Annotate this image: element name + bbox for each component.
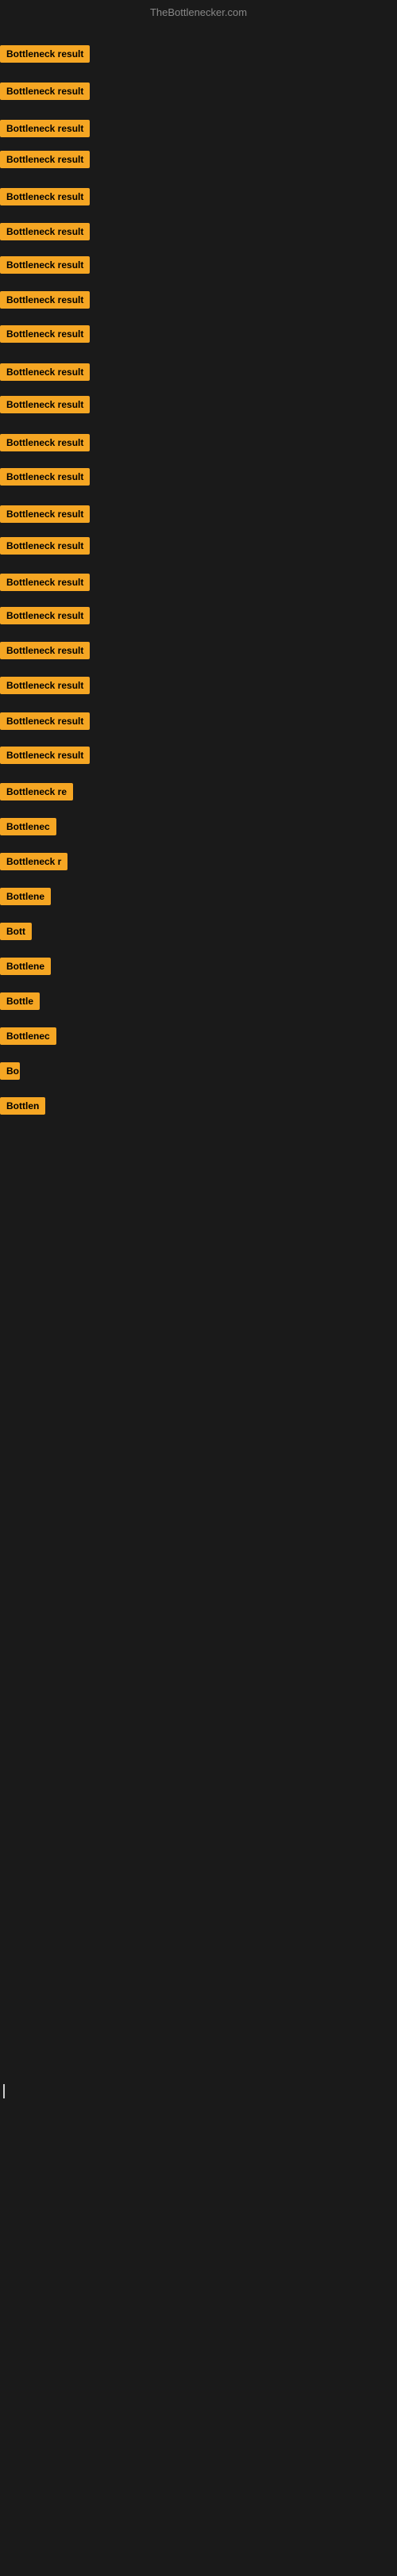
bottleneck-badge: Bottleneck result [0,677,90,694]
bottleneck-badge: Bottleneck result [0,223,90,240]
bottleneck-badge: Bottlenec [0,818,56,835]
bottleneck-result-item: Bottlene [0,958,51,975]
bottleneck-badge: Bottleneck result [0,574,90,591]
bottleneck-result-item: Bottleneck result [0,325,90,343]
bottleneck-result-item: Bottleneck result [0,747,90,764]
bottleneck-result-item: Bott [0,923,32,940]
bottleneck-badge: Bottlene [0,888,51,905]
bottleneck-badge: Bottleneck result [0,188,90,205]
bottleneck-result-item: Bottleneck result [0,537,90,555]
bottleneck-badge: Bott [0,923,32,940]
site-header: TheBottlenecker.com [0,0,397,21]
bottleneck-badge: Bottleneck result [0,468,90,486]
bottleneck-result-item: Bottleneck result [0,677,90,694]
site-title: TheBottlenecker.com [150,6,247,18]
bottleneck-result-item: Bottlenec [0,1027,56,1045]
bottleneck-badge: Bottleneck result [0,642,90,659]
bottleneck-badge: Bottleneck r [0,853,67,870]
bottleneck-badge: Bottleneck result [0,256,90,274]
bottleneck-result-item: Bottleneck result [0,434,90,451]
bottleneck-badge: Bo [0,1062,20,1080]
bottleneck-result-item: Bottleneck result [0,45,90,63]
bottleneck-result-item: Bottlen [0,1097,45,1115]
bottleneck-result-item: Bottlenec [0,818,56,835]
bottleneck-badge: Bottlenec [0,1027,56,1045]
bottleneck-result-item: Bottleneck result [0,363,90,381]
bottleneck-badge: Bottleneck result [0,291,90,309]
bottleneck-badge: Bottlene [0,958,51,975]
bottleneck-badge: Bottlen [0,1097,45,1115]
bottleneck-badge: Bottleneck result [0,363,90,381]
bottleneck-badge: Bottleneck result [0,537,90,555]
bottleneck-result-item: Bottleneck result [0,151,90,168]
bottleneck-result-item: Bottleneck result [0,291,90,309]
bottleneck-badge: Bottleneck result [0,434,90,451]
bottleneck-result-item: Bottleneck result [0,642,90,659]
bottleneck-result-item: Bottleneck result [0,188,90,205]
bottleneck-badge: Bottleneck result [0,45,90,63]
bottleneck-result-item: Bo [0,1062,20,1080]
bottleneck-badge: Bottleneck result [0,325,90,343]
bottleneck-result-item: Bottleneck result [0,607,90,624]
bottleneck-badge: Bottleneck result [0,505,90,523]
bottleneck-badge: Bottleneck result [0,712,90,730]
bottleneck-result-item: Bottleneck result [0,468,90,486]
bottleneck-result-item: Bottleneck result [0,712,90,730]
bottleneck-result-item: Bottleneck result [0,396,90,413]
text-cursor [3,2084,5,2098]
bottleneck-result-item: Bottleneck result [0,574,90,591]
bottleneck-result-item: Bottleneck result [0,83,90,100]
bottleneck-badge: Bottleneck result [0,120,90,137]
bottleneck-result-item: Bottleneck r [0,853,67,870]
bottleneck-result-item: Bottleneck result [0,120,90,137]
bottleneck-badge: Bottleneck result [0,607,90,624]
bottleneck-badge: Bottleneck result [0,151,90,168]
bottleneck-badge: Bottleneck result [0,747,90,764]
bottleneck-badge: Bottleneck re [0,783,73,800]
bottleneck-result-item: Bottleneck result [0,505,90,523]
bottleneck-result-item: Bottlene [0,888,51,905]
bottleneck-badge: Bottleneck result [0,396,90,413]
bottleneck-badge: Bottle [0,992,40,1010]
bottleneck-result-item: Bottle [0,992,40,1010]
bottleneck-result-item: Bottleneck re [0,783,73,800]
bottleneck-result-item: Bottleneck result [0,256,90,274]
bottleneck-result-item: Bottleneck result [0,223,90,240]
bottleneck-badge: Bottleneck result [0,83,90,100]
